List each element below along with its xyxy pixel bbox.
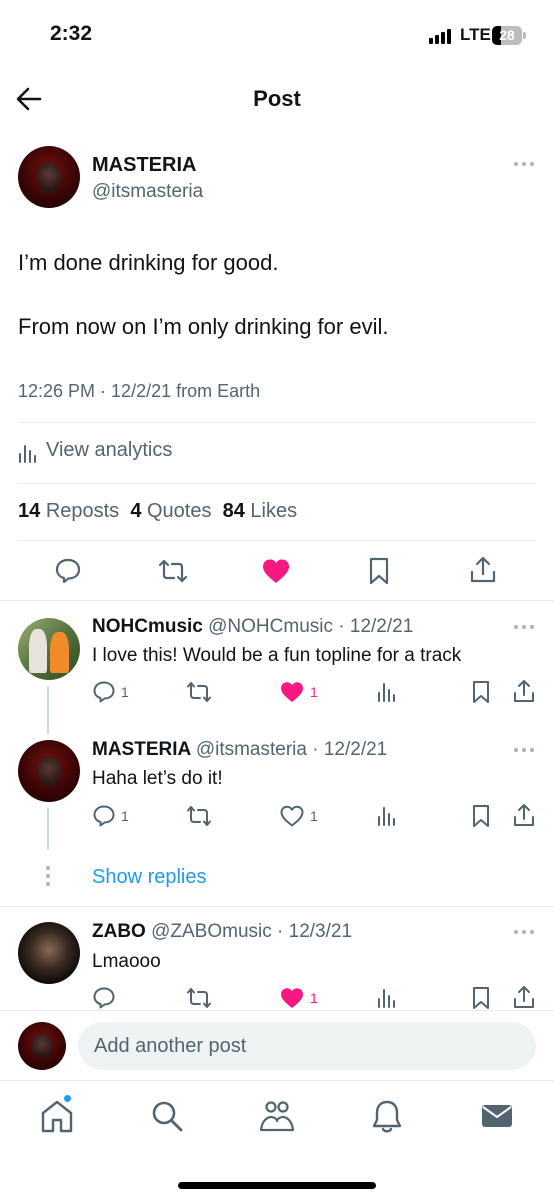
reply-handle-date[interactable]: @itsmasteria · 12/2/21 (196, 739, 387, 760)
post-stats: 14 Reposts 4 Quotes 84 Likes (18, 500, 297, 523)
like-heart-icon[interactable] (261, 557, 291, 590)
reposts-count[interactable]: 14 (18, 500, 40, 522)
network-label: LTE (460, 25, 491, 44)
heart-icon[interactable] (279, 804, 305, 833)
like-count: 1 (310, 684, 318, 700)
messages-icon[interactable] (477, 1096, 517, 1136)
thread-line (47, 808, 49, 850)
avatar[interactable] (18, 922, 80, 984)
reply-text: Haha let’s do it! (92, 768, 223, 789)
post-timestamp: 12:26 PM · 12/2/21 from Earth (18, 381, 261, 401)
analytics-icon[interactable] (376, 680, 398, 709)
like-heart-icon[interactable] (279, 680, 305, 709)
tab-bar (0, 1082, 554, 1200)
more-icon[interactable] (514, 162, 536, 168)
avatar[interactable] (18, 740, 80, 802)
avatar[interactable] (18, 146, 80, 208)
analytics-icon (19, 445, 36, 463)
like-count: 1 (310, 990, 318, 1006)
divider (18, 483, 536, 484)
show-replies-link[interactable]: Show replies (92, 866, 207, 889)
repost-icon[interactable] (186, 804, 212, 833)
divider (0, 1010, 554, 1011)
reply-author[interactable]: NOHCmusic @NOHCmusic · 12/2/21 (92, 616, 413, 638)
likes-count[interactable]: 84 (223, 500, 245, 522)
repost-icon[interactable] (158, 557, 188, 590)
reply-author-name[interactable]: MASTERIA (92, 739, 191, 760)
reply-count: 1 (121, 684, 129, 700)
more-icon[interactable] (514, 625, 536, 631)
reply-count: 1 (121, 808, 129, 824)
share-icon[interactable] (469, 555, 497, 590)
bookmark-icon[interactable] (470, 679, 492, 710)
divider (0, 1080, 554, 1081)
header: Post (0, 70, 554, 128)
bookmark-icon[interactable] (367, 556, 391, 591)
compose-box[interactable] (78, 1022, 536, 1070)
share-icon[interactable] (512, 802, 536, 833)
thread-line (47, 686, 49, 734)
quotes-label[interactable]: Quotes (147, 500, 211, 522)
status-bar: 2:32 LTE 28 (0, 0, 554, 70)
bookmark-icon[interactable] (470, 803, 492, 834)
thread-dots-icon (46, 866, 50, 886)
notification-dot (63, 1094, 72, 1103)
add-post-input[interactable] (94, 1022, 514, 1070)
reply-author-name[interactable]: ZABO (92, 921, 146, 942)
reposts-label[interactable]: Reposts (46, 500, 119, 522)
page-title: Post (253, 86, 301, 111)
divider (0, 906, 554, 907)
reply-icon[interactable] (92, 804, 116, 833)
reply-author[interactable]: ZABO @ZABOmusic · 12/3/21 (92, 921, 352, 943)
analytics-icon[interactable] (376, 804, 398, 833)
more-icon[interactable] (514, 748, 536, 754)
divider (18, 422, 536, 423)
search-icon[interactable] (147, 1096, 187, 1136)
divider (18, 540, 536, 541)
like-count: 1 (310, 808, 318, 824)
reply-author[interactable]: MASTERIA @itsmasteria · 12/2/21 (92, 739, 387, 761)
avatar[interactable] (18, 618, 80, 680)
post-text-line-1: I’m done drinking for good. (18, 250, 279, 275)
notifications-icon[interactable] (367, 1096, 407, 1136)
battery-level: 28 (499, 27, 515, 43)
status-time: 2:32 (50, 22, 93, 45)
view-analytics-label: View analytics (46, 439, 173, 461)
reply-author-name[interactable]: NOHCmusic (92, 616, 203, 637)
battery-icon: 28 (492, 26, 526, 45)
my-avatar[interactable] (18, 1022, 66, 1070)
signal-icon (429, 28, 455, 44)
reply-icon[interactable] (54, 557, 82, 590)
home-indicator (178, 1182, 376, 1189)
divider (0, 600, 554, 601)
reply-handle-date[interactable]: @ZABOmusic · 12/3/21 (151, 921, 352, 942)
post-text-line-2: From now on I’m only drinking for evil. (18, 314, 389, 339)
quotes-count[interactable]: 4 (130, 500, 141, 522)
reply-text: Lmaooo (92, 951, 161, 972)
communities-icon[interactable] (257, 1096, 297, 1136)
reply-icon[interactable] (92, 680, 116, 709)
reply-handle-date[interactable]: @NOHCmusic · 12/2/21 (208, 616, 413, 637)
more-icon[interactable] (514, 930, 536, 936)
bookmark-icon[interactable] (470, 985, 492, 1016)
likes-label[interactable]: Likes (250, 500, 297, 522)
author-handle[interactable]: @itsmasteria (92, 181, 203, 203)
home-icon[interactable] (37, 1094, 77, 1136)
author-name[interactable]: MASTERIA (92, 154, 196, 177)
share-icon[interactable] (512, 678, 536, 709)
reply-text: I love this! Would be a fun topline for … (92, 645, 462, 666)
repost-icon[interactable] (186, 680, 212, 709)
